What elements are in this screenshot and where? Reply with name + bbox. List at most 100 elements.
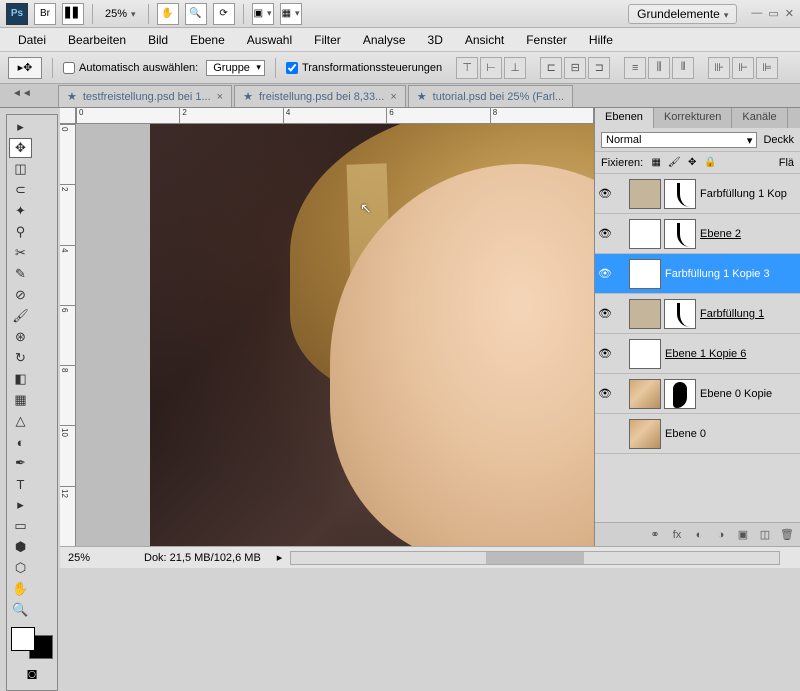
layer-thumbnail[interactable] xyxy=(664,179,696,209)
layer-name[interactable]: Farbfüllung 1 Kopie 3 xyxy=(665,268,798,280)
layer-row[interactable]: 👁 Ebene 2 xyxy=(595,214,800,254)
link-layers-icon[interactable]: ⚭ xyxy=(646,528,664,541)
menu-auswahl[interactable]: Auswahl xyxy=(237,30,302,50)
doc-tab-1[interactable]: ★ testfreistellung.psd bei 1... × xyxy=(58,85,232,107)
tab-kanaele[interactable]: Kanäle xyxy=(732,108,787,128)
brush-tool[interactable]: 🖌 xyxy=(9,306,32,326)
layer-row[interactable]: Ebene 0 xyxy=(595,414,800,454)
menu-ebene[interactable]: Ebene xyxy=(180,30,235,50)
path-select-tool[interactable]: ▸ xyxy=(9,495,32,515)
layer-name[interactable]: Ebene 0 xyxy=(665,428,798,440)
layer-thumbnail[interactable] xyxy=(629,259,661,289)
visibility-toggle[interactable]: 👁 xyxy=(597,347,613,360)
layer-thumbnail[interactable] xyxy=(629,219,661,249)
horizontal-scrollbar[interactable] xyxy=(290,551,780,565)
layer-thumbnail[interactable] xyxy=(629,339,661,369)
layer-row[interactable]: 👁Ebene 1 Kopie 6 xyxy=(595,334,800,374)
blend-mode-select[interactable]: Normal xyxy=(601,132,757,148)
distribute-3-icon[interactable]: ⫴ xyxy=(672,57,694,79)
current-tool-indicator[interactable]: ▸✥ xyxy=(8,57,42,79)
lock-position-icon[interactable]: ✥ xyxy=(685,156,699,170)
arrange-docs-icon[interactable]: ▦ xyxy=(280,3,302,25)
layer-thumbnail[interactable] xyxy=(629,419,661,449)
history-brush-tool[interactable]: ↻ xyxy=(9,348,32,368)
zoom-tool-icon[interactable]: 🔍 xyxy=(185,3,207,25)
shape-tool[interactable]: ▭ xyxy=(9,516,32,536)
menu-datei[interactable]: Datei xyxy=(8,30,56,50)
distribute-5-icon[interactable]: ⊩ xyxy=(732,57,754,79)
dodge-tool[interactable]: ◐ xyxy=(9,432,32,452)
align-top-icon[interactable]: ⊤ xyxy=(456,57,478,79)
document-canvas[interactable]: ↖ xyxy=(150,124,670,546)
distribute-6-icon[interactable]: ⊫ xyxy=(756,57,778,79)
vertical-ruler[interactable]: 0 2 4 6 8 10 12 xyxy=(60,124,76,546)
auto-select-checkbox[interactable]: Automatisch auswählen: xyxy=(63,62,198,74)
layer-name[interactable]: Ebene 0 Kopie xyxy=(700,388,798,400)
menu-ansicht[interactable]: Ansicht xyxy=(455,30,514,50)
lock-pixels-icon[interactable]: 🖌 xyxy=(667,156,681,170)
distribute-2-icon[interactable]: ⫼ xyxy=(648,57,670,79)
visibility-toggle[interactable]: 👁 xyxy=(597,187,613,200)
healing-tool[interactable]: ⊘ xyxy=(9,285,32,305)
layer-thumbnail[interactable] xyxy=(664,219,696,249)
layer-name[interactable]: Ebene 2 xyxy=(700,228,798,240)
distribute-1-icon[interactable]: ≡ xyxy=(624,57,646,79)
layer-fx-icon[interactable]: fx xyxy=(668,529,686,541)
align-right-icon[interactable]: ⊐ xyxy=(588,57,610,79)
adjustment-layer-icon[interactable]: ◑ xyxy=(712,529,730,541)
hand-tool-icon[interactable]: ✋ xyxy=(157,3,179,25)
wand-tool[interactable]: ✦ xyxy=(9,201,32,221)
hand-tool[interactable]: ✋ xyxy=(9,579,32,599)
blur-tool[interactable]: △ xyxy=(9,411,32,431)
bridge-icon[interactable]: Br xyxy=(34,3,56,25)
new-layer-icon[interactable]: ◫ xyxy=(756,528,774,541)
auto-select-input[interactable] xyxy=(63,62,75,74)
move-tool[interactable]: ▸ xyxy=(9,117,32,137)
auto-select-target[interactable]: Gruppe xyxy=(206,60,265,76)
visibility-toggle[interactable]: 👁 xyxy=(597,267,613,280)
layer-group-icon[interactable]: ▣ xyxy=(734,528,752,541)
menu-bearbeiten[interactable]: Bearbeiten xyxy=(58,30,136,50)
3d-tool[interactable]: ⬢ xyxy=(9,537,32,557)
quick-select-tool[interactable]: ⚲ xyxy=(9,222,32,242)
screen-mode-icon[interactable]: ▣ xyxy=(252,3,274,25)
layer-name[interactable]: Farbfüllung 1 xyxy=(700,308,798,320)
marquee-tool[interactable]: ◫ xyxy=(9,159,32,179)
app-icon[interactable]: Ps xyxy=(6,3,28,25)
quickmask-toggle[interactable]: ◙ xyxy=(9,662,55,688)
status-docinfo[interactable]: Dok: 21,5 MB/102,6 MB xyxy=(144,552,261,564)
minimize-button[interactable]: — xyxy=(751,7,762,20)
align-vcenter-icon[interactable]: ⊢ xyxy=(480,57,502,79)
layer-name[interactable]: Farbfüllung 1 Kop xyxy=(700,188,798,200)
eraser-tool[interactable]: ◧ xyxy=(9,369,32,389)
close-icon[interactable]: × xyxy=(390,91,396,103)
minibridge-icon[interactable]: ▋▋ xyxy=(62,3,84,25)
zoom-level[interactable]: 25% xyxy=(101,8,140,20)
tab-ebenen[interactable]: Ebenen xyxy=(595,108,654,128)
scrollbar-thumb[interactable] xyxy=(486,552,584,564)
visibility-toggle[interactable]: 👁 xyxy=(597,307,613,320)
stamp-tool[interactable]: ⊛ xyxy=(9,327,32,347)
lock-transparency-icon[interactable]: ▦ xyxy=(649,156,663,170)
move-tool-active[interactable]: ✥ xyxy=(9,138,32,158)
doc-tab-3[interactable]: ★ tutorial.psd bei 25% (Farl... xyxy=(408,85,573,107)
menu-hilfe[interactable]: Hilfe xyxy=(579,30,623,50)
status-zoom[interactable]: 25% xyxy=(68,552,128,564)
workspace-menu[interactable]: Grundelemente xyxy=(628,4,737,24)
align-hcenter-icon[interactable]: ⊟ xyxy=(564,57,586,79)
layer-thumbnail[interactable] xyxy=(664,299,696,329)
tab-korrekturen[interactable]: Korrekturen xyxy=(654,108,732,128)
menu-analyse[interactable]: Analyse xyxy=(353,30,416,50)
menu-fenster[interactable]: Fenster xyxy=(516,30,577,50)
crop-tool[interactable]: ✂ xyxy=(9,243,32,263)
menu-filter[interactable]: Filter xyxy=(304,30,351,50)
type-tool[interactable]: T xyxy=(9,474,32,494)
pen-tool[interactable]: ✒ xyxy=(9,453,32,473)
align-left-icon[interactable]: ⊏ xyxy=(540,57,562,79)
distribute-4-icon[interactable]: ⊪ xyxy=(708,57,730,79)
3d-camera-tool[interactable]: ⬡ xyxy=(9,558,32,578)
layer-row[interactable]: 👁 Farbfüllung 1 Kopie 3 xyxy=(595,254,800,294)
layer-thumbnail[interactable] xyxy=(629,379,661,409)
status-arrow-icon[interactable]: ▸ xyxy=(277,551,283,564)
visibility-toggle[interactable]: 👁 xyxy=(597,227,613,240)
